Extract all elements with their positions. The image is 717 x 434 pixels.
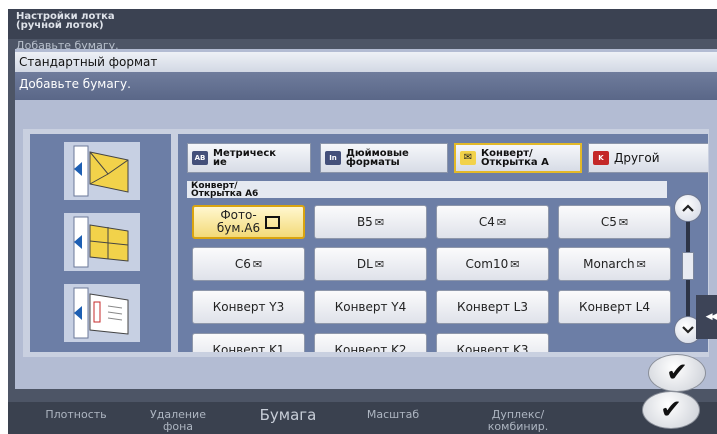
paper-btn-c6[interactable]: C6 ✉ [192, 247, 305, 281]
paper-btn-label: C6 [234, 256, 251, 271]
check-icon: ✔ [666, 358, 688, 388]
tab-inch-label: Дюймовые форматы [346, 148, 409, 168]
background-title: Настройки лотка (ручной лоток) [16, 11, 115, 31]
tab-other[interactable]: K Другой [588, 143, 708, 173]
inch-icon: In [325, 151, 341, 165]
paper-btn-dl[interactable]: DL ✉ [314, 247, 427, 281]
paper-btn-label: C4 [478, 214, 495, 229]
paper-btn-label: DL [356, 256, 373, 271]
photo-paper-icon [265, 215, 281, 229]
tab-metric-label: Метрическ ие [213, 148, 277, 168]
paper-btn-label: Конверт L3 [457, 299, 528, 314]
bg-tab-density: Плотность [45, 408, 107, 421]
other-icon: K [593, 151, 609, 165]
collapse-side-tab[interactable]: ◀◀ [696, 295, 717, 339]
background-title-bar: Настройки лотка (ручной лоток) [8, 9, 717, 39]
envelope-icon: ✉ [374, 257, 385, 271]
tab-other-label: Другой [614, 151, 660, 165]
background-ok-button[interactable]: ✔ [642, 391, 700, 429]
paper-btn-label: B5 [356, 214, 373, 229]
paper-btn-envelope-y3[interactable]: Конверт Y3 [192, 290, 305, 324]
paper-selection-panel: AB Метрическ ие In Дюймовые форматы ✉ Ко… [23, 129, 709, 357]
tab-envelope-postcard[interactable]: ✉ Конверт/ Открытка A [454, 143, 582, 173]
ok-button[interactable]: ✔ [648, 354, 706, 392]
paper-btn-label: Конверт L4 [579, 299, 650, 314]
selected-size-label: Конверт/ Открытка A6 [187, 181, 667, 199]
bg-tab-zoom: Масштаб [366, 408, 420, 421]
scrollbar-thumb[interactable] [682, 252, 694, 280]
scroll-up-button[interactable] [674, 194, 702, 222]
tray-option-postcard[interactable] [64, 213, 140, 271]
paper-btn-envelope-y4[interactable]: Конверт Y4 [314, 290, 427, 324]
paper-btn-envelope-l4[interactable]: Конверт L4 [558, 290, 671, 324]
tab-envelope-label: Конверт/ Открытка A [481, 148, 549, 168]
paper-btn-label: Com10 [465, 256, 509, 271]
paper-btn-envelope-l3[interactable]: Конверт L3 [436, 290, 549, 324]
paper-btn-label: Конверт K1 [212, 342, 285, 352]
paper-btn-envelope-k2[interactable]: Конверт K2 [314, 333, 427, 352]
paper-btn-b5[interactable]: B5 ✉ [314, 205, 427, 239]
dialog-header-label: Стандартный формат [15, 52, 717, 72]
paper-btn-photo-a6-label: Фото- бум.A6 [216, 208, 261, 235]
metric-icon: AB [192, 151, 208, 165]
bg-tab-paper: Бумага [259, 406, 317, 424]
envelope-icon: ✉ [374, 215, 385, 229]
paper-btn-envelope-k3[interactable]: Конверт K3 [436, 333, 549, 352]
envelope-icon: ✉ [460, 151, 476, 165]
tab-inch[interactable]: In Дюймовые форматы [320, 143, 448, 173]
postcard-tray-icon [73, 216, 129, 268]
bg-tab-duplex: Дуплекс/ комбинир. [487, 408, 549, 433]
tray-orientation-panel [30, 134, 171, 352]
double-chevron-left-icon: ◀◀ [705, 312, 717, 322]
tab-metric[interactable]: AB Метрическ ие [187, 143, 311, 173]
envelope-tray-icon [73, 145, 129, 197]
envelope-icon: ✉ [252, 257, 263, 271]
paper-btn-c4[interactable]: C4 ✉ [436, 205, 549, 239]
dialog-instruction: Добавьте бумагу. [15, 72, 717, 100]
paper-btn-com10[interactable]: Com10 ✉ [436, 247, 549, 281]
bg-tab-background-removal: Удаление фона [150, 408, 206, 433]
paper-btn-label: Конверт K3 [456, 342, 529, 352]
photo-paper-tray-icon [73, 287, 129, 339]
paper-btn-envelope-k1[interactable]: Конверт K1 [192, 333, 305, 352]
envelope-icon: ✉ [636, 257, 646, 271]
paper-btn-label: Конверт Y3 [212, 299, 285, 314]
paper-btn-photo-a6[interactable]: Фото- бум.A6 [192, 205, 305, 239]
paper-size-panel: AB Метрическ ие In Дюймовые форматы ✉ Ко… [178, 134, 708, 352]
tray-option-photo[interactable] [64, 284, 140, 342]
check-icon: ✔ [660, 395, 682, 425]
paper-btn-monarch[interactable]: Monarch ✉ [558, 247, 671, 281]
envelope-icon: ✉ [510, 257, 520, 271]
paper-btn-label: C5 [600, 214, 617, 229]
envelope-icon: ✉ [618, 215, 629, 229]
screen: Настройки лотка (ручной лоток) Добавьте … [8, 9, 717, 434]
paper-btn-label: Конверт Y4 [334, 299, 407, 314]
paper-btn-label: Конверт K2 [334, 342, 407, 352]
chevron-up-icon [682, 204, 694, 212]
paper-btn-c5[interactable]: C5 ✉ [558, 205, 671, 239]
tray-option-envelope[interactable] [64, 142, 140, 200]
paper-btn-label: Monarch [583, 256, 635, 271]
envelope-icon: ✉ [496, 215, 507, 229]
chevron-down-icon [682, 326, 694, 334]
tray-settings-dialog: Стандартный формат Добавьте бумагу. AB М… [15, 49, 717, 389]
